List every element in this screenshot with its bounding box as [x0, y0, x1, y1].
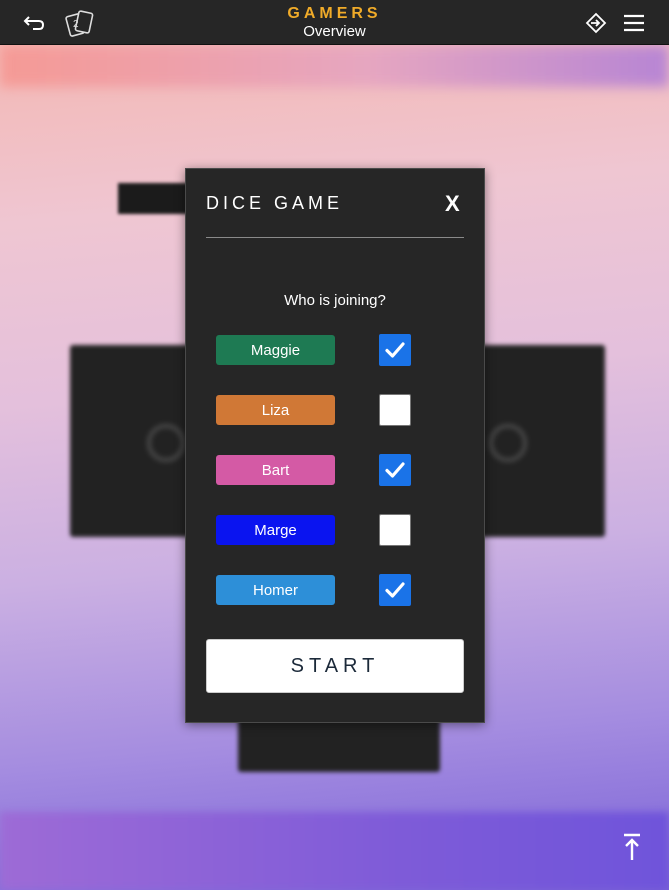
player-name-bart: Bart: [216, 455, 335, 485]
modal-divider: [206, 237, 464, 238]
player-row-maggie: Maggie: [216, 334, 456, 366]
hamburger-menu-icon[interactable]: [612, 0, 656, 45]
page-subtitle: Overview: [303, 23, 366, 40]
player-name-maggie: Maggie: [216, 335, 335, 365]
player-row-marge: Marge: [216, 514, 456, 546]
player-checkbox-homer[interactable]: [379, 574, 411, 606]
player-name-marge: Marge: [216, 515, 335, 545]
modal-title: DICE GAME: [206, 193, 344, 213]
checkmark-icon: [385, 582, 405, 598]
background-card-icon: [488, 423, 528, 463]
checkmark-icon: [385, 462, 405, 478]
dice-game-modal: DICE GAME X Who is joining? Maggie Liza Ba…: [185, 168, 485, 723]
background-card-icon: [146, 423, 186, 463]
brand-title: GAMERS: [287, 5, 382, 22]
checkmark-icon: [385, 342, 405, 358]
player-row-liza: Liza: [216, 394, 456, 426]
scroll-to-top-icon[interactable]: [617, 832, 647, 864]
player-checkbox-marge[interactable]: [379, 514, 411, 546]
player-checkbox-liza[interactable]: [379, 394, 411, 426]
player-name-homer: Homer: [216, 575, 335, 605]
player-row-bart: Bart: [216, 454, 456, 486]
start-button[interactable]: START: [206, 639, 464, 693]
player-row-homer: Homer: [216, 574, 456, 606]
joining-question: Who is joining?: [284, 292, 386, 309]
player-checkbox-bart[interactable]: [379, 454, 411, 486]
top-bar: 2 GAMERS Overview: [0, 0, 669, 45]
player-name-liza: Liza: [216, 395, 335, 425]
background-band-top: [0, 45, 669, 87]
close-button[interactable]: X: [445, 191, 460, 217]
player-checkbox-maggie[interactable]: [379, 334, 411, 366]
background-band-bottom: [0, 812, 669, 890]
